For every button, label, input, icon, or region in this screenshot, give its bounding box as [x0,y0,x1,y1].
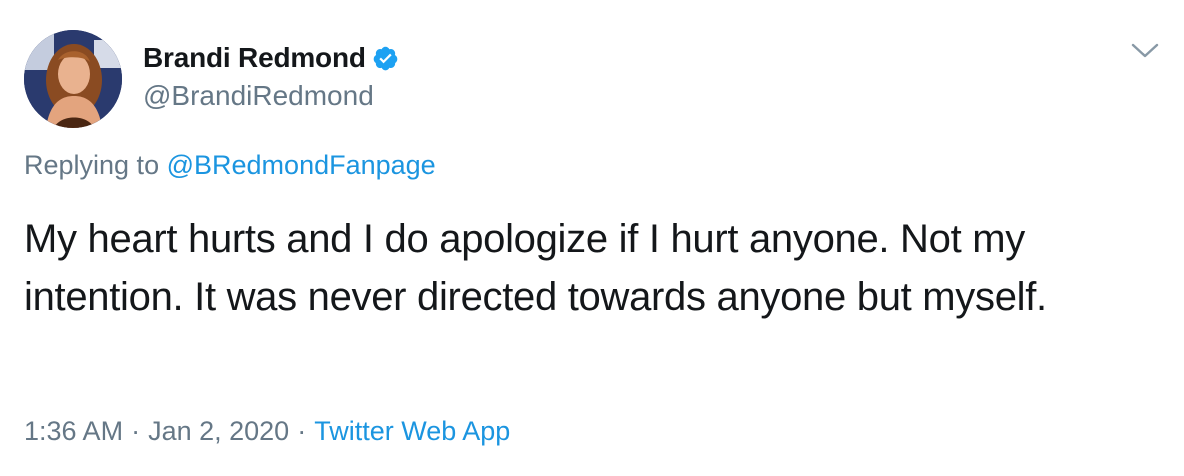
meta-separator: · [297,416,307,446]
tweet-card: Brandi Redmond @BrandiRedmond Replying t… [0,0,1184,476]
replying-to-line: Replying to @BRedmondFanpage [24,150,436,181]
chevron-down-icon[interactable] [1130,40,1160,62]
reply-mention-link[interactable]: @BRedmondFanpage [167,150,436,180]
tweet-date[interactable]: Jan 2, 2020 [148,416,289,446]
avatar[interactable] [24,30,122,128]
tweet-time[interactable]: 1:36 AM [24,416,123,446]
user-handle[interactable]: @BrandiRedmond [143,80,374,112]
tweet-source-link[interactable]: Twitter Web App [314,416,510,446]
meta-separator: · [131,416,141,446]
tweet-meta: 1:36 AM · Jan 2, 2020 · Twitter Web App [24,416,510,447]
display-name[interactable]: Brandi Redmond [143,42,366,74]
tweet-text: My heart hurts and I do apologize if I h… [24,217,1047,319]
profile-photo-icon [24,30,122,128]
verified-badge-icon [372,45,399,72]
replying-to-label: Replying to [24,150,160,180]
author-name-row[interactable]: Brandi Redmond [143,38,399,78]
